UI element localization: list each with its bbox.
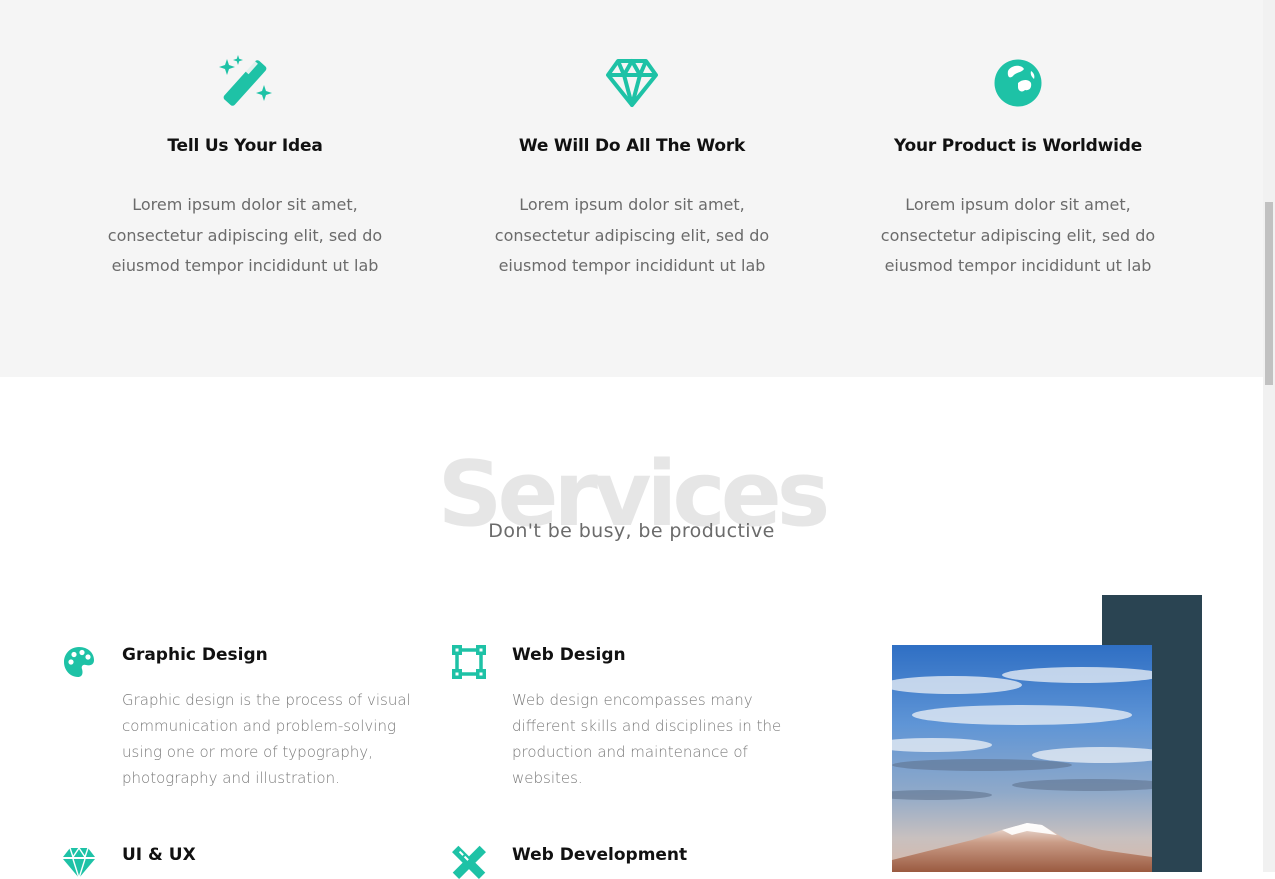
globe-icon [994,59,1042,107]
palette-icon [64,647,94,677]
service-title: Web Development [512,845,688,865]
service-title: UI & UX [122,845,196,865]
feature-title: Tell Us Your Idea [167,136,323,156]
feature-text: Lorem ipsum dolor sit amet, consectetur … [880,195,1156,275]
mountain-photo [892,645,1152,872]
magic-wand-icon [219,55,272,106]
feature-card: Your Product is Worldwide Lorem ipsum do… [858,55,1178,282]
feature-text: Lorem ipsum dolor sit amet, consectetur … [107,195,383,275]
service-text: Web design encompasses many different sk… [512,691,782,787]
diamond-icon [606,59,658,107]
service-title: Web Design [512,645,626,665]
feature-card: We Will Do All The Work Lorem ipsum dolo… [472,55,792,282]
service-text: Graphic design is the process of visual … [122,691,411,787]
service-title: Graphic Design [122,645,268,665]
feature-title: We Will Do All The Work [518,136,746,156]
scrollbar-thumb[interactable] [1265,202,1273,385]
feature-card: Tell Us Your Idea Lorem ipsum dolor sit … [85,55,405,282]
diamond-icon [63,846,95,879]
services-subtitle: Don't be busy, be productive [488,520,775,542]
pencil-ruler-icon [452,845,486,879]
feature-text: Lorem ipsum dolor sit amet, consectetur … [494,195,770,275]
page-scrollbar[interactable] [1263,0,1275,872]
feature-title: Your Product is Worldwide [893,136,1143,156]
features-section: Tell Us Your Idea Lorem ipsum dolor sit … [0,0,1263,377]
vector-square-icon [452,645,486,679]
